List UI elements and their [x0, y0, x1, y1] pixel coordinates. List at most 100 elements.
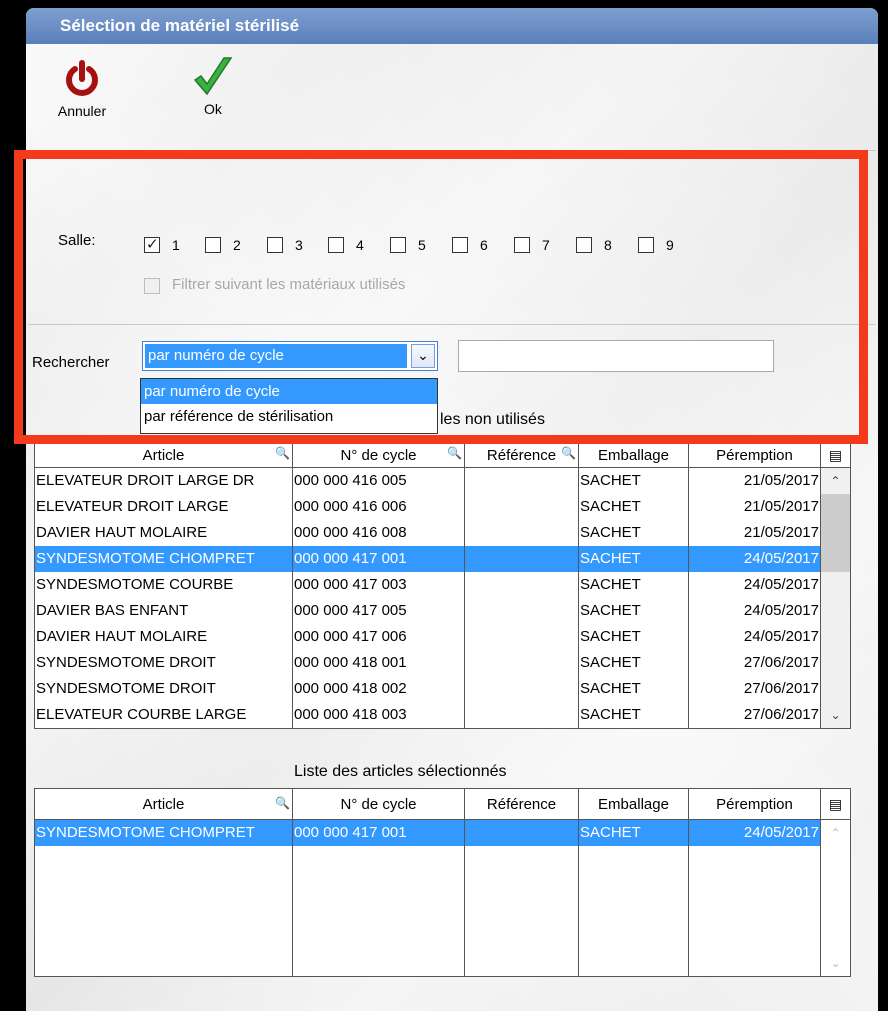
- cell-article: DAVIER BAS ENFANT: [34, 598, 293, 624]
- cell-article: SYNDESMOTOME CHOMPRET: [34, 819, 293, 846]
- table-row[interactable]: DAVIER HAUT MOLAIRE 000 000 417 006 SACHET…: [34, 624, 851, 650]
- column-header-article[interactable]: Article 🔍: [34, 788, 293, 820]
- table-row[interactable]: SYNDESMOTOME COURBE 000 000 417 003 SACHET…: [34, 572, 851, 598]
- cell-expiry: 21/05/2017: [688, 520, 821, 546]
- empty-row: [34, 846, 851, 950]
- column-label: Article: [142, 795, 185, 813]
- magnifier-icon[interactable]: 🔍: [447, 446, 462, 460]
- cell-packaging: SACHET: [578, 467, 689, 494]
- cell-expiry: 24/05/2017: [688, 546, 821, 572]
- cancel-button[interactable]: Annuler: [48, 60, 116, 119]
- empty-cell: [292, 846, 465, 950]
- scroll-down-icon[interactable]: ⌄: [820, 950, 851, 977]
- empty-cell: [464, 950, 579, 977]
- column-header-packaging[interactable]: Emballage: [578, 442, 689, 468]
- cell-reference: [464, 520, 579, 546]
- cell-reference: [464, 494, 579, 520]
- column-header-expiry[interactable]: Péremption: [688, 788, 821, 820]
- scroll-up-icon[interactable]: ⌃: [820, 467, 851, 494]
- cell-packaging: SACHET: [578, 546, 689, 572]
- empty-cell: [688, 846, 821, 950]
- ok-button[interactable]: Ok: [188, 54, 238, 117]
- column-header-reference[interactable]: Référence 🔍: [464, 442, 579, 468]
- table-row-selected[interactable]: SYNDESMOTOME CHOMPRET 000 000 417 001 SACH…: [34, 546, 851, 572]
- table-row[interactable]: DAVIER HAUT MOLAIRE 000 000 416 008 SACHET…: [34, 520, 851, 546]
- empty-cell: [578, 950, 689, 977]
- window-title: Sélection de matériel stérilisé: [60, 16, 300, 35]
- scroll-down-icon[interactable]: ⌄: [820, 702, 851, 729]
- cell-article: ELEVATEUR DROIT LARGE DR: [34, 467, 293, 494]
- dropdown-option-cycle[interactable]: par numéro de cycle: [141, 379, 437, 404]
- cell-packaging: SACHET: [578, 676, 689, 702]
- table-config-icon[interactable]: ▤: [820, 442, 851, 468]
- table-config-icon[interactable]: ▤: [820, 788, 851, 820]
- scrollbar-thumb[interactable]: [820, 494, 851, 520]
- cell-cycle: 000 000 418 002: [292, 676, 465, 702]
- ok-label: Ok: [204, 101, 222, 117]
- checkmark-icon: [193, 57, 233, 96]
- table-row[interactable]: DAVIER BAS ENFANT 000 000 417 005 SACHET 24…: [34, 598, 851, 624]
- cell-packaging: SACHET: [578, 624, 689, 650]
- scrollbar-track[interactable]: [820, 624, 851, 650]
- column-header-article[interactable]: Article 🔍: [34, 442, 293, 468]
- cell-expiry: 27/06/2017: [688, 702, 821, 729]
- available-table: Article 🔍 N° de cycle 🔍 Référence 🔍 Emballa…: [34, 442, 851, 729]
- table-row[interactable]: SYNDESMOTOME DROIT 000 000 418 002 SACHET 2…: [34, 676, 851, 702]
- scrollbar-thumb[interactable]: [820, 520, 851, 546]
- empty-cell: [34, 846, 293, 950]
- magnifier-icon[interactable]: 🔍: [275, 796, 290, 810]
- selected-table: Article 🔍 N° de cycle Référence Emballage…: [34, 788, 851, 977]
- cancel-label: Annuler: [57, 103, 107, 119]
- cell-cycle: 000 000 417 001: [292, 819, 465, 846]
- table-row[interactable]: ELEVATEUR DROIT LARGE DR 000 000 416 005 S…: [34, 467, 851, 494]
- cell-expiry: 21/05/2017: [688, 467, 821, 494]
- scrollbar-track[interactable]: [820, 572, 851, 598]
- column-label: Article: [142, 446, 185, 464]
- column-header-packaging[interactable]: Emballage: [578, 788, 689, 820]
- cell-reference: [464, 546, 579, 572]
- cell-reference: [464, 572, 579, 598]
- scrollbar-track[interactable]: [820, 650, 851, 676]
- cell-reference: [464, 467, 579, 494]
- cell-reference: [464, 650, 579, 676]
- cell-expiry: 27/06/2017: [688, 676, 821, 702]
- column-label: Péremption: [716, 795, 793, 813]
- table-row[interactable]: SYNDESMOTOME DROIT 000 000 418 001 SACHET 2…: [34, 650, 851, 676]
- cell-expiry: 24/05/2017: [688, 624, 821, 650]
- scrollbar-thumb[interactable]: [820, 546, 851, 572]
- scrollbar-track[interactable]: [820, 598, 851, 624]
- cell-expiry: 27/06/2017: [688, 650, 821, 676]
- scroll-up-icon[interactable]: ⌃: [820, 819, 851, 846]
- cell-cycle: 000 000 417 006: [292, 624, 465, 650]
- search-mode-dropdown: par numéro de cycle par référence de sté…: [140, 378, 438, 434]
- cell-article: SYNDESMOTOME CHOMPRET: [34, 546, 293, 572]
- cell-article: SYNDESMOTOME DROIT: [34, 676, 293, 702]
- column-header-cycle[interactable]: N° de cycle 🔍: [292, 442, 465, 468]
- dropdown-option-reference[interactable]: par référence de stérilisation: [141, 404, 437, 429]
- power-icon: [66, 60, 98, 96]
- column-label: Emballage: [598, 795, 669, 813]
- cell-reference: [464, 819, 579, 846]
- cell-cycle: 000 000 416 008: [292, 520, 465, 546]
- magnifier-icon[interactable]: 🔍: [275, 446, 290, 460]
- cell-article: DAVIER HAUT MOLAIRE: [34, 520, 293, 546]
- cell-reference: [464, 598, 579, 624]
- cell-expiry: 24/05/2017: [688, 598, 821, 624]
- cell-packaging: SACHET: [578, 702, 689, 729]
- column-header-reference[interactable]: Référence: [464, 788, 579, 820]
- cell-cycle: 000 000 417 005: [292, 598, 465, 624]
- column-header-expiry[interactable]: Péremption: [688, 442, 821, 468]
- scrollbar-track[interactable]: [820, 846, 851, 950]
- scrollbar-track[interactable]: [820, 676, 851, 702]
- table-row[interactable]: ELEVATEUR DROIT LARGE 000 000 416 006 SACH…: [34, 494, 851, 520]
- cell-cycle: 000 000 418 001: [292, 650, 465, 676]
- column-label: Référence: [486, 795, 557, 813]
- table-row[interactable]: ELEVATEUR COURBE LARGE 000 000 418 003 SAC…: [34, 702, 851, 729]
- cell-reference: [464, 702, 579, 729]
- cell-packaging: SACHET: [578, 520, 689, 546]
- cell-article: ELEVATEUR COURBE LARGE: [34, 702, 293, 729]
- column-header-cycle[interactable]: N° de cycle: [292, 788, 465, 820]
- magnifier-icon[interactable]: 🔍: [561, 446, 576, 460]
- empty-cell: [292, 950, 465, 977]
- table-row-selected[interactable]: SYNDESMOTOME CHOMPRET 000 000 417 001 SACH…: [34, 819, 851, 846]
